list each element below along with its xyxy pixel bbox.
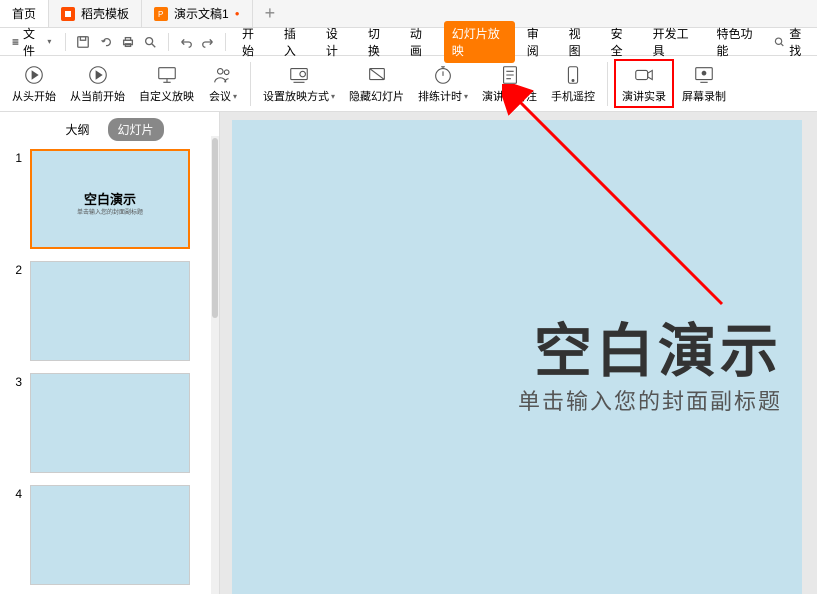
slide-number: 1 [10, 149, 22, 165]
svg-text:P: P [158, 10, 163, 19]
menu-design[interactable]: 设计 [318, 21, 356, 63]
slide-number: 3 [10, 373, 22, 389]
users-icon [211, 63, 235, 87]
file-menu[interactable]: ≡ 文件 ▾ [6, 22, 57, 62]
from-start-button[interactable]: 从头开始 [6, 61, 62, 106]
thumbnail [30, 373, 190, 473]
template-icon [61, 7, 75, 21]
separator [250, 62, 251, 106]
redo-button[interactable] [199, 32, 217, 52]
slide-thumb-3[interactable]: 3 [10, 373, 209, 473]
menu-start[interactable]: 开始 [234, 21, 272, 63]
thumbnail: 空白演示 单击输入您的封面副标题 [30, 149, 190, 249]
video-camera-icon [632, 63, 656, 87]
menu-review[interactable]: 审阅 [519, 21, 557, 63]
view-tabs: 大纲 幻灯片 [0, 112, 219, 147]
slide-number: 2 [10, 261, 22, 277]
outline-tab[interactable]: 大纲 [55, 118, 99, 141]
slide-hidden-icon [365, 63, 389, 87]
slide-thumb-1[interactable]: 1 空白演示 单击输入您的封面副标题 [10, 149, 209, 249]
chevron-down-icon: ▾ [47, 37, 51, 46]
search-icon [773, 35, 786, 49]
undo-button[interactable] [176, 32, 194, 52]
play-icon [86, 63, 110, 87]
stopwatch-icon [431, 63, 455, 87]
undo-icon[interactable] [97, 32, 115, 52]
preview-icon[interactable] [141, 32, 159, 52]
modified-badge: ● [235, 9, 240, 18]
scrollbar[interactable] [211, 136, 219, 594]
separator [607, 62, 608, 106]
print-icon[interactable] [119, 32, 137, 52]
separator [65, 33, 66, 51]
slide-title[interactable]: 空白演示 [534, 304, 782, 388]
menu-devtools[interactable]: 开发工具 [645, 21, 705, 63]
slide-number: 4 [10, 485, 22, 501]
from-current-button[interactable]: 从当前开始 [64, 61, 131, 106]
menu-transition[interactable]: 切换 [360, 21, 398, 63]
record-presentation-button[interactable]: 演讲实录 [614, 59, 674, 108]
tab-templates[interactable]: 稻壳模板 [49, 0, 142, 27]
ribbon: 从头开始 从当前开始 自定义放映 会议▾ 设置放映方式▾ 隐藏幻灯片 排练计时▾… [0, 56, 817, 112]
settings-button[interactable]: 设置放映方式▾ [257, 61, 341, 106]
scrollbar-thumb[interactable] [212, 138, 218, 318]
smartphone-icon [561, 63, 585, 87]
chevron-down-icon: ▾ [331, 92, 335, 101]
chevron-down-icon: ▾ [233, 92, 237, 101]
notes-icon [498, 63, 522, 87]
presentation-icon: P [154, 7, 168, 21]
search-button[interactable]: 查找 [773, 25, 811, 59]
slide-panel: 大纲 幻灯片 1 空白演示 单击输入您的封面副标题 2 3 4 [0, 112, 220, 594]
chevron-down-icon: ▾ [464, 92, 468, 101]
save-icon[interactable] [74, 32, 92, 52]
monitor-icon [155, 63, 179, 87]
menu-features[interactable]: 特色功能 [709, 21, 769, 63]
screen-icon [692, 63, 716, 87]
thumb-title: 空白演示 [32, 189, 188, 208]
hide-slide-button[interactable]: 隐藏幻灯片 [343, 61, 410, 106]
rehearse-button[interactable]: 排练计时▾ [412, 61, 474, 106]
menu-security[interactable]: 安全 [603, 21, 641, 63]
menu-slideshow[interactable]: 幻灯片放映 [444, 21, 515, 63]
slide-canvas[interactable]: 空白演示 单击输入您的封面副标题 [232, 120, 802, 594]
projector-icon [287, 63, 311, 87]
slide-thumb-4[interactable]: 4 [10, 485, 209, 585]
slides-tab[interactable]: 幻灯片 [108, 118, 164, 141]
main-area: 大纲 幻灯片 1 空白演示 单击输入您的封面副标题 2 3 4 [0, 112, 817, 594]
separator [168, 33, 169, 51]
menubar: ≡ 文件 ▾ 开始 插入 设计 切换 动画 幻灯片放映 审阅 视图 安全 开发工… [0, 28, 817, 56]
menu-view[interactable]: 视图 [561, 21, 599, 63]
slide-subtitle[interactable]: 单击输入您的封面副标题 [518, 384, 782, 416]
thumbnail-list: 1 空白演示 单击输入您的封面副标题 2 3 4 5 [0, 147, 219, 594]
canvas-area: 空白演示 单击输入您的封面副标题 [220, 112, 817, 594]
play-circle-icon [22, 63, 46, 87]
thumb-subtitle: 单击输入您的封面副标题 [32, 207, 188, 216]
slide-thumb-2[interactable]: 2 [10, 261, 209, 361]
thumbnail [30, 485, 190, 585]
notes-button[interactable]: 演讲者备注 [476, 61, 543, 106]
thumbnail [30, 261, 190, 361]
custom-show-button[interactable]: 自定义放映 [133, 61, 200, 106]
meeting-button[interactable]: 会议▾ [202, 61, 244, 106]
menu-animation[interactable]: 动画 [402, 21, 440, 63]
screen-record-button[interactable]: 屏幕录制 [676, 61, 732, 106]
phone-control-button[interactable]: 手机遥控 [545, 61, 601, 106]
menu-insert[interactable]: 插入 [276, 21, 314, 63]
separator [225, 33, 226, 51]
